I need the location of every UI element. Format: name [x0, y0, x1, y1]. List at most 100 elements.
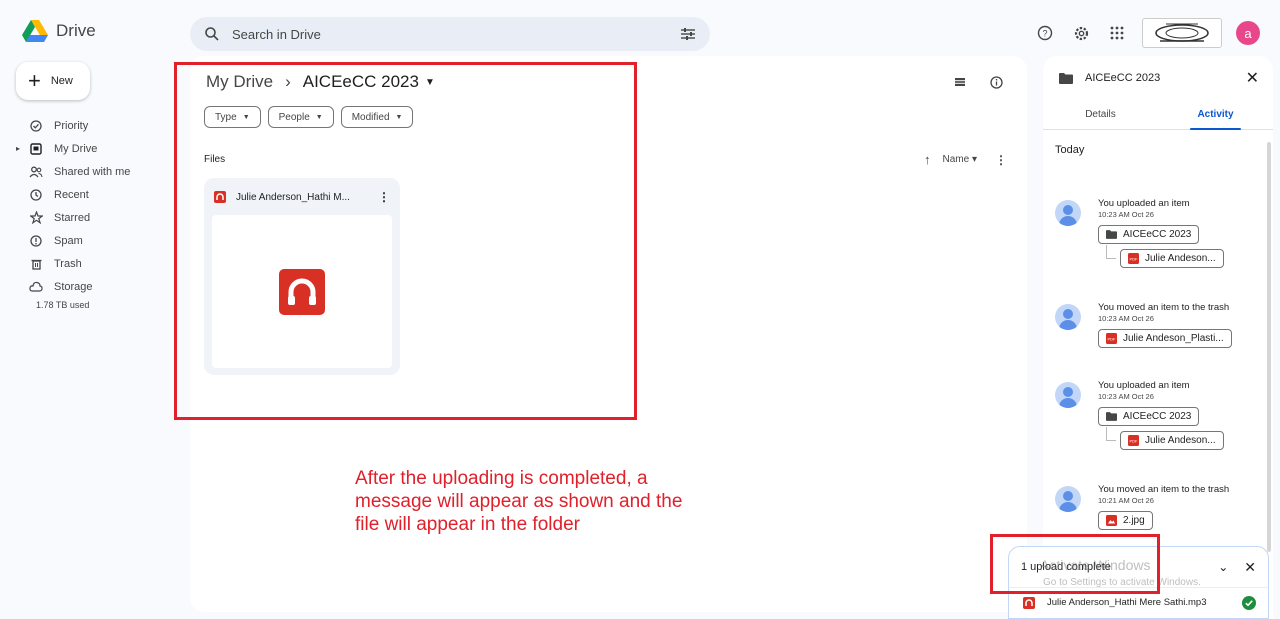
sidebar-item-label: Spam	[54, 234, 83, 247]
panel-folder-name: AICEeCC 2023	[1085, 72, 1161, 84]
close-toast-icon[interactable]: ✕	[1244, 559, 1256, 576]
pdf-icon: PDF	[1128, 253, 1139, 264]
chip-label: 2.jpg	[1123, 515, 1145, 526]
folder-icon	[1106, 230, 1117, 239]
search-input[interactable]: Search in Drive	[232, 27, 680, 42]
plus-icon: +	[28, 68, 41, 93]
close-panel-icon[interactable]: ✕	[1246, 68, 1259, 88]
chip-label: Julie Andeson_Plasti...	[1123, 333, 1224, 344]
user-avatar	[1055, 382, 1081, 408]
trash-icon	[28, 256, 44, 272]
search-bar[interactable]: Search in Drive	[190, 17, 710, 51]
sidebar-item-label: Starred	[54, 211, 91, 224]
panel-header: AICEeCC 2023 ✕	[1043, 56, 1273, 100]
pdf-icon: PDF	[1106, 333, 1117, 344]
sidebar-item-priority[interactable]: Priority	[16, 114, 176, 137]
annotation-text: After the uploading is completed, a mess…	[355, 468, 683, 535]
panel-tabs: Details Activity	[1043, 100, 1273, 130]
help-icon[interactable]: ?	[1034, 22, 1056, 44]
uploaded-file-name: Julie Anderson_Hathi Mere Sathi.mp3	[1047, 597, 1207, 608]
sidebar-item-my-drive[interactable]: ▸ My Drive	[16, 137, 176, 160]
clock-icon	[28, 187, 44, 203]
drive-icon	[28, 141, 44, 157]
settings-gear-icon[interactable]	[1070, 22, 1092, 44]
svg-text:PDF: PDF	[1130, 257, 1139, 262]
activity-file-chip[interactable]: 2.jpg	[1098, 511, 1153, 530]
pdf-icon: PDF	[1128, 435, 1139, 446]
check-circle-icon	[1242, 595, 1256, 610]
chip-label: Julie Andeson...	[1145, 435, 1216, 446]
top-bar: Drive Search in Drive ? a	[0, 0, 1280, 64]
annotation-highlight-folder	[174, 62, 637, 420]
audio-file-icon	[1023, 596, 1035, 609]
sort-by-name[interactable]: Name ▾	[943, 154, 978, 165]
svg-text:PDF: PDF	[1130, 439, 1139, 444]
sidebar-item-storage[interactable]: Storage	[16, 275, 176, 298]
new-button[interactable]: + New	[16, 62, 90, 100]
today-heading: Today	[1055, 144, 1085, 156]
chip-label: AICEeCC 2023	[1123, 229, 1192, 240]
drive-logo-icon	[22, 20, 48, 42]
annotation-highlight-toast	[990, 534, 1160, 594]
activity-sub-item: PDF Julie Andeson...	[1106, 245, 1273, 269]
sort-direction-arrow-icon[interactable]: ↑	[924, 152, 931, 167]
activity-folder-chip[interactable]: AICEeCC 2023	[1098, 407, 1200, 426]
sort-controls: ↑ Name ▾ ⋮	[924, 152, 1007, 167]
folder-icon	[1059, 72, 1073, 84]
tab-activity[interactable]: Activity	[1158, 100, 1273, 130]
activity-title: You moved an item to the trash	[1098, 302, 1230, 313]
sidebar-item-label: Storage	[54, 280, 93, 293]
search-options-icon[interactable]	[680, 27, 696, 41]
people-icon	[28, 164, 44, 180]
chip-label: AICEeCC 2023	[1123, 411, 1192, 422]
search-icon	[205, 27, 219, 41]
checkbox-icon	[28, 118, 44, 134]
svg-text:?: ?	[1042, 29, 1047, 39]
more-options-icon[interactable]: ⋮	[995, 153, 1007, 167]
activity-file-chip[interactable]: PDF Julie Andeson_Plasti...	[1098, 329, 1232, 348]
sidebar-item-shared[interactable]: Shared with me	[16, 160, 176, 183]
activity-title: You moved an item to the trash	[1098, 484, 1230, 495]
sidebar-item-label: Shared with me	[54, 165, 131, 178]
activity-folder-chip[interactable]: AICEeCC 2023	[1098, 225, 1200, 244]
sidebar-nav: Priority ▸ My Drive Shared with me Recen…	[16, 114, 176, 311]
sidebar-item-spam[interactable]: Spam	[16, 229, 176, 252]
account-avatar[interactable]: a	[1236, 21, 1260, 45]
tab-details[interactable]: Details	[1043, 100, 1158, 129]
image-file-icon	[1106, 515, 1117, 526]
sidebar-item-recent[interactable]: Recent	[16, 183, 176, 206]
activity-time: 10:23 AM Oct 26	[1098, 314, 1154, 323]
folder-icon	[1106, 412, 1117, 421]
storage-used-text: 1.78 TB used	[36, 300, 90, 310]
activity-time: 10:23 AM Oct 26	[1098, 392, 1154, 401]
view-controls	[954, 76, 1003, 89]
activity-title: You uploaded an item	[1098, 380, 1190, 391]
activity-time: 10:21 AM Oct 26	[1098, 496, 1154, 505]
drive-logo[interactable]: Drive	[22, 20, 96, 42]
new-button-label: New	[50, 75, 73, 87]
spam-icon	[28, 233, 44, 249]
apps-grid-icon[interactable]	[1106, 22, 1128, 44]
app-name: Drive	[56, 21, 96, 40]
list-view-icon[interactable]	[954, 76, 966, 89]
chip-label: Julie Andeson...	[1145, 253, 1216, 264]
user-avatar	[1055, 486, 1081, 512]
activity-file-chip[interactable]: PDF Julie Andeson...	[1120, 249, 1224, 268]
info-icon[interactable]	[990, 76, 1003, 89]
sidebar-item-label: My Drive	[54, 142, 98, 155]
sidebar-item-starred[interactable]: Starred	[16, 206, 176, 229]
organization-logo[interactable]	[1142, 18, 1222, 48]
activity-sub-item: PDF Julie Andeson...	[1106, 427, 1273, 451]
expand-caret-icon[interactable]: ▸	[16, 144, 20, 153]
sidebar-item-label: Recent	[54, 188, 89, 201]
collapse-chevron-icon[interactable]: ⌄	[1218, 560, 1228, 574]
activity-file-chip[interactable]: PDF Julie Andeson...	[1120, 431, 1224, 450]
sidebar-item-label: Trash	[54, 257, 82, 270]
star-icon	[28, 210, 44, 226]
activity-time: 10:23 AM Oct 26	[1098, 210, 1154, 219]
sidebar-item-trash[interactable]: Trash	[16, 252, 176, 275]
user-avatar	[1055, 200, 1081, 226]
svg-text:PDF: PDF	[1108, 337, 1117, 342]
top-actions: ? a	[1034, 18, 1260, 48]
sidebar-item-label: Priority	[54, 119, 89, 132]
